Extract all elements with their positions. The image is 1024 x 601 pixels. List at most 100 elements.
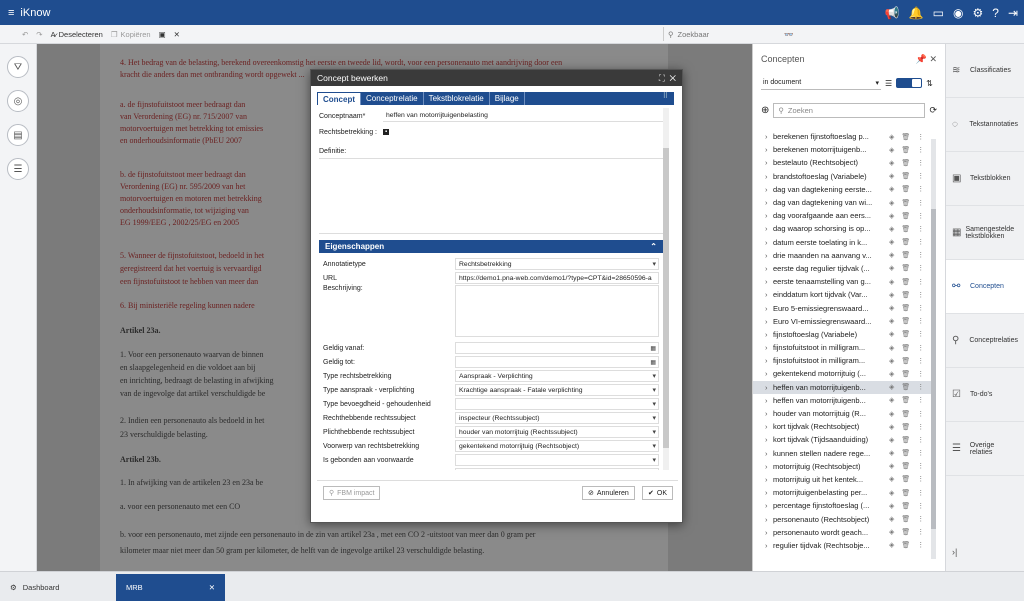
chevron-right-icon[interactable]: › <box>765 145 773 154</box>
concepts-filter-select[interactable]: in document ▾ <box>761 76 881 90</box>
chevron-right-icon[interactable]: › <box>765 501 773 510</box>
definitie-textarea[interactable] <box>319 158 663 234</box>
tag-icon[interactable]: ◈ <box>889 264 897 272</box>
more-icon[interactable]: ⋮ <box>917 357 927 365</box>
list-item[interactable]: › fijnstoftoeslag (Variabele) ◈ 🗑 ⋮ <box>753 328 933 341</box>
trash-icon[interactable]: 🗑 <box>901 159 913 167</box>
more-icon[interactable]: ⋮ <box>917 317 927 325</box>
more-icon[interactable]: ⋮ <box>917 251 927 259</box>
chevron-right-icon[interactable]: › <box>765 251 773 260</box>
user-icon[interactable]: ◉ <box>953 6 963 20</box>
trash-icon[interactable]: 🗑 <box>901 396 913 404</box>
tag-icon[interactable]: ◈ <box>889 370 897 378</box>
more-icon[interactable]: ⋮ <box>917 462 927 470</box>
more-icon[interactable]: ⋮ <box>917 436 927 444</box>
property-value[interactable]: houder van motorrijtuig (Rechtssubject) <box>455 426 659 438</box>
list-item[interactable]: › fijnstofuitstoot in milligram... ◈ 🗑 ⋮ <box>753 354 933 367</box>
chevron-right-icon[interactable]: › <box>765 488 773 497</box>
trash-icon[interactable]: 🗑 <box>901 225 913 233</box>
more-icon[interactable]: ⋮ <box>917 396 927 404</box>
list-item[interactable]: › personenauto (Rechtsobject) ◈ 🗑 ⋮ <box>753 512 933 525</box>
chevron-right-icon[interactable]: › <box>765 330 773 339</box>
tag-icon[interactable]: ◈ <box>889 146 897 154</box>
property-value[interactable] <box>455 342 659 354</box>
more-icon[interactable]: ⋮ <box>917 225 927 233</box>
tag-icon[interactable]: ◈ <box>889 212 897 220</box>
chevron-right-icon[interactable]: › <box>765 369 773 378</box>
add-concept-icon[interactable]: ⊕ <box>761 105 769 116</box>
property-value[interactable] <box>455 398 659 410</box>
more-icon[interactable]: ⋮ <box>917 304 927 312</box>
undo-icon[interactable]: ↶ <box>22 30 28 39</box>
list-item[interactable]: › houder van motorrijtuig (R... ◈ 🗑 ⋮ <box>753 407 933 420</box>
side-tab-2[interactable]: ▣ Tekstblokken <box>946 152 1024 206</box>
concepts-search-input[interactable]: ⚲ Zoeken <box>773 102 926 118</box>
flag-icon[interactable]: ▪ <box>383 129 390 135</box>
property-value[interactable]: inspecteur (Rechtssubject) <box>455 412 659 424</box>
binoculars-icon[interactable]: 👓 <box>784 30 793 39</box>
chevron-right-icon[interactable]: › <box>765 198 773 207</box>
more-icon[interactable]: ⋮ <box>917 423 927 431</box>
tag-icon[interactable]: ◈ <box>889 133 897 141</box>
more-icon[interactable]: ⋮ <box>917 264 927 272</box>
trash-icon[interactable]: 🗑 <box>901 410 913 418</box>
trash-icon[interactable]: 🗑 <box>901 423 913 431</box>
chevron-right-icon[interactable]: › <box>765 185 773 194</box>
eye-icon[interactable]: ◎ <box>7 90 29 112</box>
list-item[interactable]: › einddatum kort tijdvak (Var... ◈ 🗑 ⋮ <box>753 288 933 301</box>
side-tab-3[interactable]: ▦ Samengestelde tekstblokken <box>946 206 1024 260</box>
list-item[interactable]: › motorrijtuig uit het kentek... ◈ 🗑 ⋮ <box>753 473 933 486</box>
tag-icon[interactable]: ◈ <box>889 304 897 312</box>
sort-icon[interactable]: ⇅ <box>926 79 933 88</box>
tag-icon[interactable]: ◈ <box>889 199 897 207</box>
tag-icon[interactable]: ◈ <box>889 238 897 246</box>
more-icon[interactable]: ⋮ <box>917 185 927 193</box>
trash-icon[interactable]: 🗑 <box>901 185 913 193</box>
side-tab-6[interactable]: ☑ To-do's <box>946 368 1024 422</box>
toolbar-search[interactable]: ⚲ Zoekbaar <box>663 27 771 41</box>
help-icon[interactable]: ? <box>992 6 999 20</box>
tag-icon[interactable]: ◈ <box>889 449 897 457</box>
more-icon[interactable]: ⋮ <box>917 278 927 286</box>
trash-icon[interactable]: 🗑 <box>901 370 913 378</box>
property-value[interactable] <box>455 356 659 368</box>
tag-icon[interactable]: ◈ <box>889 251 897 259</box>
tab-conceptrelatie[interactable]: Conceptrelatie <box>361 92 424 105</box>
chevron-right-icon[interactable]: › <box>765 317 773 326</box>
chevron-right-icon[interactable]: › <box>765 172 773 181</box>
more-icon[interactable]: ⋮ <box>917 370 927 378</box>
document-icon[interactable]: ▤ <box>7 124 29 146</box>
more-icon[interactable]: ⋮ <box>917 528 927 536</box>
tag-icon[interactable]: ◈ <box>889 330 897 338</box>
tag-icon[interactable]: ◈ <box>889 383 897 391</box>
property-value[interactable]: Aanspraak - Verplichting <box>455 370 659 382</box>
list-item[interactable]: › eerste dag regulier tijdvak (... ◈ 🗑 ⋮ <box>753 262 933 275</box>
list-item[interactable]: › heffen van motorrijtuigenb... ◈ 🗑 ⋮ <box>753 394 933 407</box>
chevron-right-icon[interactable]: › <box>765 158 773 167</box>
menu-icon[interactable]: ≡ <box>8 7 14 19</box>
property-value[interactable]: https://demo1.pna-web.com/demo1/?type=CP… <box>455 272 659 284</box>
chevron-right-icon[interactable]: › <box>765 515 773 524</box>
trash-icon[interactable]: 🗑 <box>901 251 913 259</box>
trash-icon[interactable]: 🗑 <box>901 304 913 312</box>
list-item[interactable]: › kort tijdvak (Tijdsaanduiding) ◈ 🗑 ⋮ <box>753 433 933 446</box>
chevron-right-icon[interactable]: › <box>765 396 773 405</box>
tag-icon[interactable]: ◈ <box>889 489 897 497</box>
trash-icon[interactable]: 🗑 <box>901 146 913 154</box>
list-item[interactable]: › eerste tenaamstelling van g... ◈ 🗑 ⋮ <box>753 275 933 288</box>
tab-mrb[interactable]: MRB ✕ <box>116 574 225 601</box>
tag-icon[interactable]: ◈ <box>889 541 897 549</box>
chevron-right-icon[interactable]: › <box>765 264 773 273</box>
chat-icon[interactable]: ▭ <box>933 6 944 20</box>
side-tab-1[interactable]: ◌ Tekstannotaties <box>946 98 1024 152</box>
collapse-icon[interactable]: ›| <box>952 547 957 557</box>
list-item[interactable]: › berekenen fijnstoftoeslag p... ◈ 🗑 ⋮ <box>753 130 933 143</box>
list-item[interactable]: › motorrijtuigenbelasting per... ◈ 🗑 ⋮ <box>753 486 933 499</box>
ok-button[interactable]: ✔ OK <box>642 486 673 500</box>
tabs-menu-icon[interactable]: ⠿ <box>663 92 674 105</box>
list-item[interactable]: › brandstoftoeslag (Variabele) ◈ 🗑 ⋮ <box>753 170 933 183</box>
gear-icon[interactable]: ⚙ <box>972 6 983 20</box>
panel-close-icon[interactable]: ✕ <box>929 54 937 64</box>
chevron-right-icon[interactable]: › <box>765 462 773 471</box>
list-toggle-icon[interactable]: ☰ <box>885 79 892 88</box>
